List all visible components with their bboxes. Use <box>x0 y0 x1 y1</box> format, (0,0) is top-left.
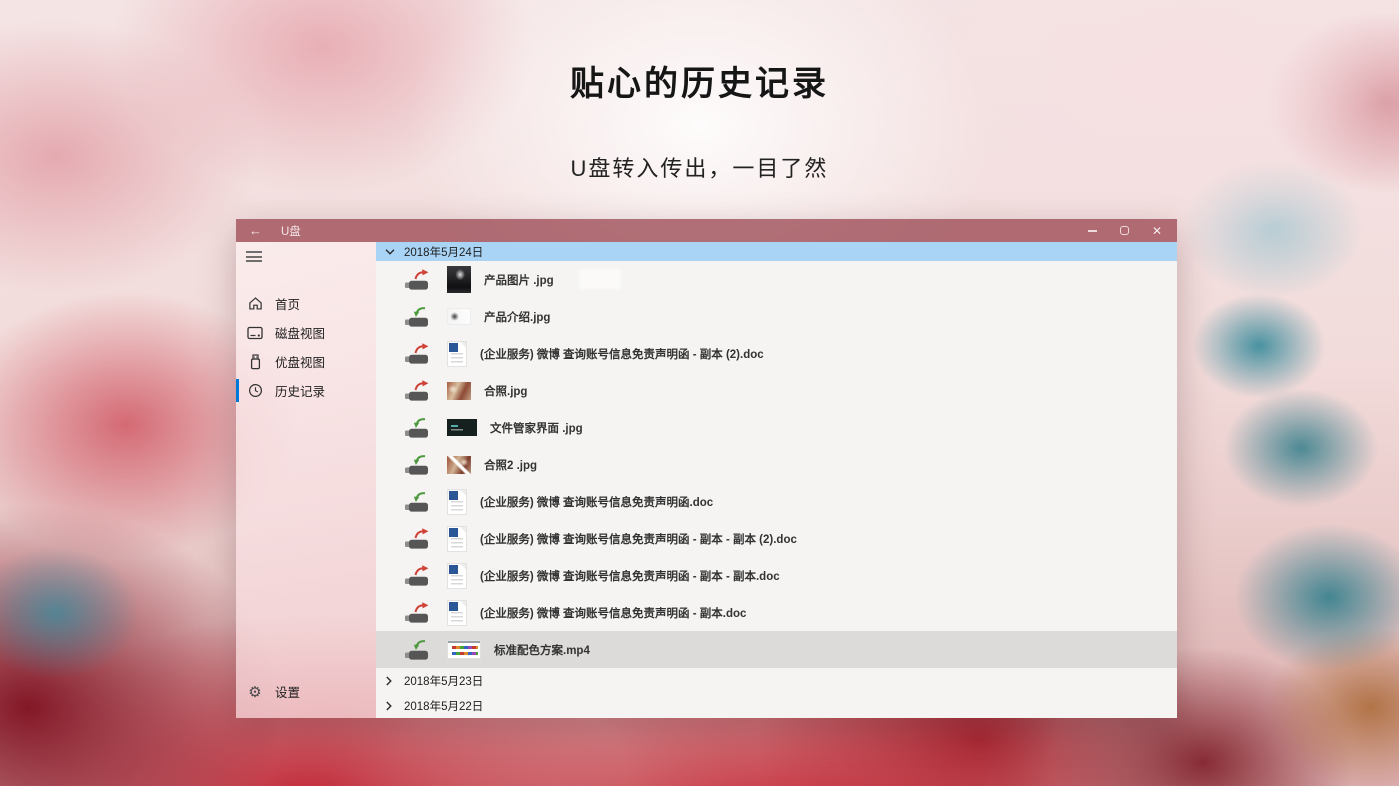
file-thumbnail <box>447 308 471 326</box>
sidebar-item-disk-view[interactable]: 磁盘视图 <box>236 318 376 347</box>
sidebar-item-label: 首页 <box>275 298 301 312</box>
file-row[interactable]: 合照2 .jpg <box>376 446 1177 483</box>
file-row[interactable]: (企业服务) 微博 查询账号信息免责声明函 - 副本.doc <box>376 594 1177 631</box>
title-bar: ← U盘 ✕ <box>236 219 1177 242</box>
window-body: 首页 磁盘视图 优盘视图 历史记录 ⚙ 设置 2018年5月24日 产品图片 .… <box>236 242 1177 718</box>
file-list: 产品图片 .jpg 产品介绍.jpg (企业服务) 微博 查询账号信息免责声明函… <box>376 261 1177 669</box>
clock-icon <box>247 383 263 399</box>
chevron-right-icon <box>385 701 395 711</box>
file-row[interactable]: 产品介绍.jpg <box>376 298 1177 335</box>
file-thumbnail <box>447 419 477 437</box>
sidebar: 首页 磁盘视图 优盘视图 历史记录 ⚙ 设置 <box>236 242 376 718</box>
file-row[interactable]: (企业服务) 微博 查询账号信息免责声明函 - 副本 - 副本.doc <box>376 557 1177 594</box>
chevron-down-icon <box>385 247 395 257</box>
file-name: (企业服务) 微博 查询账号信息免责声明函 - 副本.doc <box>480 607 747 620</box>
file-name: 标准配色方案.mp4 <box>494 644 590 657</box>
file-name: 产品介绍.jpg <box>484 311 551 324</box>
sidebar-item-label: 磁盘视图 <box>275 327 326 341</box>
sidebar-nav: 首页 磁盘视图 优盘视图 历史记录 <box>236 289 376 405</box>
window-title: U盘 <box>281 225 301 238</box>
usb-transfer-icon <box>404 639 434 661</box>
file-row[interactable]: (企业服务) 微博 查询账号信息免责声明函.doc <box>376 483 1177 520</box>
usb-transfer-icon <box>404 602 434 624</box>
date-group-label: 2018年5月23日 <box>404 675 484 688</box>
gear-icon: ⚙ <box>248 683 262 701</box>
usb-transfer-icon <box>404 380 434 402</box>
close-button[interactable]: ✕ <box>1152 225 1162 237</box>
window-controls: ✕ <box>1087 225 1177 237</box>
file-thumbnail <box>447 599 467 626</box>
file-thumbnail <box>447 381 471 400</box>
file-row[interactable]: 合照.jpg <box>376 372 1177 409</box>
chevron-right-icon <box>385 676 395 686</box>
file-name: (企业服务) 微博 查询账号信息免责声明函 - 副本 - 副本 (2).doc <box>480 533 797 546</box>
file-name: 产品图片 .jpg <box>484 274 554 287</box>
sidebar-item-label: 优盘视图 <box>275 356 326 370</box>
file-name: 合照.jpg <box>484 385 528 398</box>
file-row[interactable]: 标准配色方案.mp4 <box>376 631 1177 669</box>
file-thumbnail <box>447 455 471 474</box>
usb-transfer-icon <box>404 454 434 476</box>
app-window: ← U盘 ✕ 首页 磁盘视图 优盘视图 历史记录 ⚙ 设置 2018年5月24日… <box>236 219 1177 718</box>
usb-transfer-icon <box>404 491 434 513</box>
back-icon[interactable]: ← <box>249 224 262 237</box>
usb-transfer-icon <box>404 343 434 365</box>
usb-transfer-icon <box>404 306 434 328</box>
date-group-header-collapsed[interactable]: 2018年5月23日 <box>376 668 1177 693</box>
file-name: (企业服务) 微博 查询账号信息免责声明函 - 副本 - 副本.doc <box>480 570 780 583</box>
file-thumbnail <box>447 488 467 515</box>
file-row[interactable]: (企业服务) 微博 查询账号信息免责声明函 - 副本 (2).doc <box>376 335 1177 372</box>
sidebar-item-label: 历史记录 <box>275 385 326 399</box>
page-subtitle: U盘转入传出，一目了然 <box>570 156 829 181</box>
date-group-header-collapsed[interactable]: 2018年5月22日 <box>376 693 1177 718</box>
sidebar-item-home[interactable]: 首页 <box>236 289 376 318</box>
file-thumbnail <box>447 266 471 294</box>
usb-transfer-icon <box>404 417 434 439</box>
marble-background: 贴心的历史记录 U盘转入传出，一目了然 ← U盘 ✕ 首页 磁盘视图 优盘视图 … <box>0 0 1399 786</box>
date-group-label: 2018年5月24日 <box>404 246 484 259</box>
file-name: (企业服务) 微博 查询账号信息免责声明函.doc <box>480 496 714 509</box>
minimize-button[interactable] <box>1087 229 1097 232</box>
home-icon <box>247 296 263 312</box>
maximize-button[interactable] <box>1119 226 1129 235</box>
sidebar-item-label: 设置 <box>275 686 301 700</box>
usb-transfer-icon <box>404 528 434 550</box>
file-name: (企业服务) 微博 查询账号信息免责声明函 - 副本 (2).doc <box>480 348 764 361</box>
sidebar-item-settings[interactable]: ⚙ 设置 <box>236 677 376 706</box>
history-panel: 2018年5月24日 产品图片 .jpg 产品介绍.jpg (企业服务) 微博 … <box>376 242 1177 718</box>
file-thumbnail <box>447 640 481 660</box>
hamburger-menu-icon[interactable] <box>246 251 262 262</box>
usb-transfer-icon <box>404 565 434 587</box>
usb-transfer-icon <box>404 269 434 291</box>
date-group-label: 2018年5月22日 <box>404 700 484 713</box>
file-row[interactable]: (企业服务) 微博 查询账号信息免责声明函 - 副本 - 副本 (2).doc <box>376 520 1177 557</box>
usb-drive-icon <box>247 353 263 370</box>
file-name: 文件管家界面 .jpg <box>490 422 583 435</box>
file-row[interactable]: 产品图片 .jpg <box>376 261 1177 298</box>
file-thumbnail <box>447 562 467 589</box>
sidebar-item-usb-view[interactable]: 优盘视图 <box>236 347 376 376</box>
file-thumbnail <box>447 340 467 367</box>
hero-section: 贴心的历史记录 U盘转入传出，一目了然 <box>0 0 1399 183</box>
blurred-area <box>579 269 621 290</box>
date-group-header-expanded[interactable]: 2018年5月24日 <box>376 242 1177 262</box>
file-name: 合照2 .jpg <box>484 459 538 472</box>
sidebar-item-history[interactable]: 历史记录 <box>236 376 376 405</box>
disk-view-icon <box>247 325 263 341</box>
file-row[interactable]: 文件管家界面 .jpg <box>376 409 1177 446</box>
file-thumbnail <box>447 525 467 552</box>
page-title: 贴心的历史记录 <box>570 65 829 103</box>
